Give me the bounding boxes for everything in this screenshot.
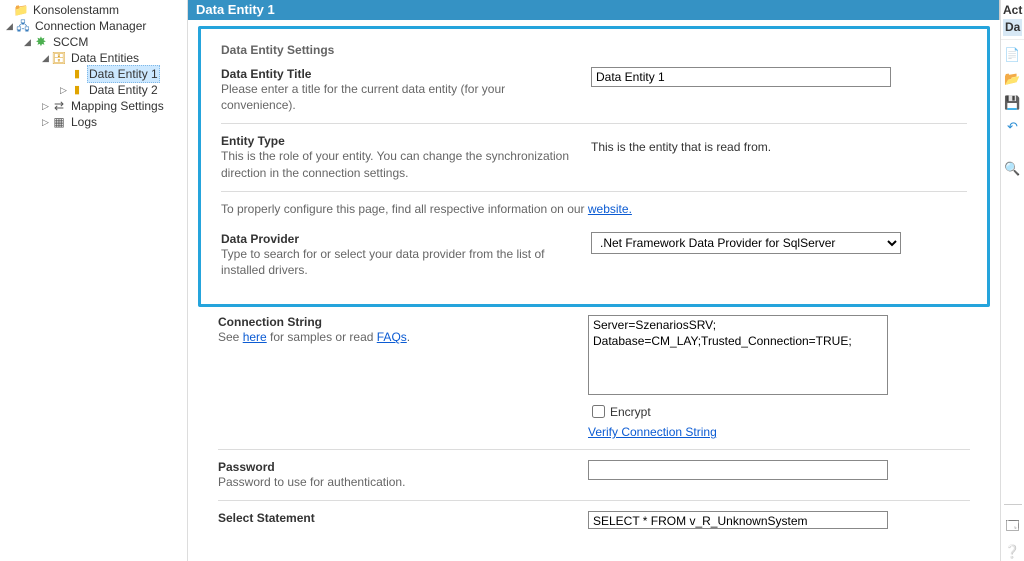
expander-icon[interactable]: ◢	[40, 50, 51, 66]
plugin-icon	[33, 34, 49, 50]
info-prefix: To properly configure this page, find al…	[221, 202, 588, 216]
tree-data-entities[interactable]: ◢ Data Entities	[0, 50, 187, 66]
main-panel: Data Entity 1 Data Entity Settings Data …	[188, 0, 1000, 561]
password-input[interactable]	[588, 460, 888, 480]
divider	[218, 449, 970, 450]
window-icon[interactable]: 🗔	[1004, 519, 1022, 537]
entity-title-help: Please enter a title for the current dat…	[221, 81, 581, 113]
side-toolbar: Act Da 📄 📂 💾 ↶ 🔍 🗔 ❔	[1000, 0, 1024, 561]
tree-label: Data Entities	[69, 50, 141, 66]
help-text: .	[407, 330, 410, 344]
tree-label: Konsolenstamm	[31, 2, 121, 18]
open-folder-icon[interactable]: 📂	[1004, 70, 1022, 88]
row-select-statement: Select Statement	[218, 511, 970, 532]
divider	[221, 123, 967, 124]
entity-role-text: This is the entity that is read from.	[591, 134, 967, 154]
tree-label: Data Entity 2	[87, 82, 160, 98]
page-title: Data Entity 1	[196, 2, 275, 17]
help-icon[interactable]: ❔	[1004, 543, 1022, 561]
tree-label: SCCM	[51, 34, 90, 50]
entity-type-help: This is the role of your entity. You can…	[221, 148, 581, 180]
tree-label-selected: Data Entity 1	[87, 65, 160, 83]
entity-type-label: Entity Type	[221, 134, 581, 148]
row-password: Password Password to use for authenticat…	[218, 460, 970, 490]
divider	[1004, 504, 1022, 505]
database-icon	[51, 50, 67, 66]
tree-label: Mapping Settings	[69, 98, 166, 114]
connection-section: Connection String See here for samples o…	[198, 315, 990, 532]
data-provider-select[interactable]: .Net Framework Data Provider for SqlServ…	[591, 232, 901, 254]
tree-label: Logs	[69, 114, 99, 130]
encrypt-checkbox[interactable]	[592, 405, 605, 418]
settings-highlight-box: Data Entity Settings Data Entity Title P…	[198, 26, 990, 307]
content-area: Data Entity Settings Data Entity Title P…	[188, 20, 1000, 561]
folder-icon	[13, 2, 29, 18]
divider	[221, 191, 967, 192]
search-icon[interactable]: 🔍	[1004, 160, 1022, 178]
encrypt-label: Encrypt	[610, 405, 651, 419]
info-line: To properly configure this page, find al…	[221, 202, 967, 216]
expander-icon[interactable]: ◢	[4, 18, 15, 34]
tree-entity-2[interactable]: ▷ Data Entity 2	[0, 82, 187, 98]
new-icon[interactable]: 📄	[1004, 46, 1022, 64]
row-connection-string: Connection String See here for samples o…	[218, 315, 970, 439]
side-head-da: Da	[1003, 19, 1022, 36]
logs-icon	[51, 114, 67, 130]
entity-title-label: Data Entity Title	[221, 67, 581, 81]
data-provider-help: Type to search for or select your data p…	[221, 246, 581, 278]
tree-label: Connection Manager	[33, 18, 148, 34]
select-statement-textarea[interactable]	[588, 511, 888, 529]
faqs-link[interactable]: FAQs	[377, 330, 407, 344]
row-entity-type: Entity Type This is the role of your ent…	[221, 134, 967, 180]
expander-icon[interactable]: ▷	[40, 98, 51, 114]
page-title-bar: Data Entity 1	[188, 0, 1000, 20]
entity-icon	[69, 66, 85, 82]
encrypt-row: Encrypt	[588, 402, 970, 421]
tree-connection-manager[interactable]: ◢ Connection Manager	[0, 18, 187, 34]
tree-logs[interactable]: ▷ Logs	[0, 114, 187, 130]
tree: Konsolenstamm ◢ Connection Manager ◢ SCC…	[0, 2, 187, 130]
undo-icon[interactable]: ↶	[1004, 118, 1022, 136]
entity-title-input[interactable]	[591, 67, 891, 87]
expander-icon[interactable]: ◢	[22, 34, 33, 50]
entity-icon	[69, 82, 85, 98]
expander-icon[interactable]: ▷	[40, 114, 51, 130]
side-header: Act Da	[1001, 0, 1024, 40]
website-link[interactable]: website.	[588, 202, 632, 216]
tree-mapping-settings[interactable]: ▷ Mapping Settings	[0, 98, 187, 114]
divider	[218, 500, 970, 501]
password-label: Password	[218, 460, 578, 474]
help-text: for samples or read	[267, 330, 377, 344]
row-data-provider: Data Provider Type to search for or sele…	[221, 232, 967, 278]
tree-panel: Konsolenstamm ◢ Connection Manager ◢ SCC…	[0, 0, 188, 561]
tree-entity-1[interactable]: Data Entity 1	[0, 66, 187, 82]
help-text: See	[218, 330, 243, 344]
connection-string-label: Connection String	[218, 315, 578, 329]
here-link[interactable]: here	[243, 330, 267, 344]
connection-string-textarea[interactable]	[588, 315, 888, 395]
verify-connection-link[interactable]: Verify Connection String	[588, 425, 717, 439]
mapping-icon	[51, 98, 67, 114]
section-heading: Data Entity Settings	[221, 43, 967, 57]
connection-string-help: See here for samples or read FAQs.	[218, 329, 578, 345]
tree-root[interactable]: Konsolenstamm	[0, 2, 187, 18]
side-head-act: Act	[1003, 2, 1022, 19]
save-icon[interactable]: 💾	[1004, 94, 1022, 112]
select-statement-label: Select Statement	[218, 511, 578, 525]
password-help: Password to use for authentication.	[218, 474, 578, 490]
connection-manager-icon	[15, 18, 31, 34]
tree-sccm[interactable]: ◢ SCCM	[0, 34, 187, 50]
row-entity-title: Data Entity Title Please enter a title f…	[221, 67, 967, 113]
data-provider-label: Data Provider	[221, 232, 581, 246]
expander-icon[interactable]: ▷	[58, 82, 69, 98]
